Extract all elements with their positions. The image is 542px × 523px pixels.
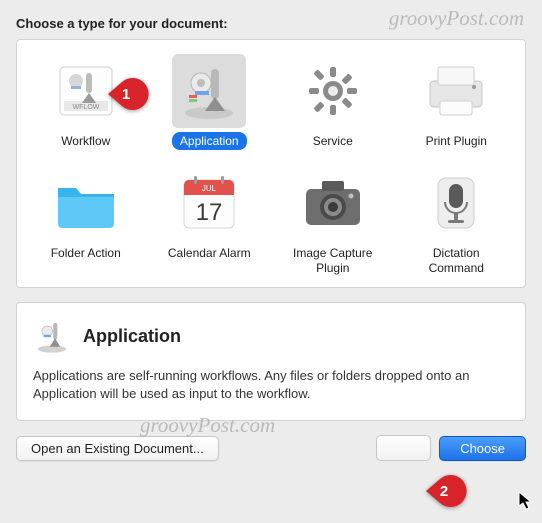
folder-icon <box>49 166 123 240</box>
type-label: Folder Action <box>43 244 129 262</box>
type-print-plugin[interactable]: Print Plugin <box>398 54 516 150</box>
choose-type-heading: Choose a type for your document: <box>16 16 526 31</box>
info-description: Applications are self-running workflows.… <box>33 367 509 402</box>
application-icon <box>33 317 71 355</box>
application-icon <box>172 54 246 128</box>
choose-button[interactable]: Choose <box>439 436 526 461</box>
cursor-icon <box>518 491 534 511</box>
callout-2: 2 <box>426 473 462 509</box>
type-label: Application <box>172 132 247 150</box>
open-existing-button[interactable]: Open an Existing Document... <box>16 436 219 461</box>
type-application[interactable]: Application <box>151 54 269 150</box>
type-description-box: Application Applications are self-runnin… <box>16 302 526 421</box>
svg-text:17: 17 <box>196 199 223 226</box>
type-dictation-command[interactable]: Dictation Command <box>398 166 516 277</box>
type-label: Dictation Command <box>421 244 492 277</box>
type-label: Workflow <box>53 132 118 150</box>
type-folder-action[interactable]: Folder Action <box>27 166 145 277</box>
close-button[interactable] <box>376 435 431 461</box>
type-label: Service <box>305 132 361 150</box>
type-label: Calendar Alarm <box>160 244 259 262</box>
camera-icon <box>296 166 370 240</box>
type-label: Print Plugin <box>418 132 495 150</box>
type-image-capture-plugin[interactable]: Image Capture Plugin <box>274 166 392 277</box>
workflow-icon: WFLOW <box>49 54 123 128</box>
printer-icon <box>419 54 493 128</box>
svg-text:JUL: JUL <box>202 184 217 193</box>
microphone-icon <box>419 166 493 240</box>
calendar-icon: JUL 17 <box>172 166 246 240</box>
service-icon <box>296 54 370 128</box>
type-workflow[interactable]: WFLOW Workflow <box>27 54 145 150</box>
document-type-grid: WFLOW Workflow <box>16 39 526 288</box>
info-title: Application <box>83 326 181 347</box>
type-calendar-alarm[interactable]: JUL 17 Calendar Alarm <box>151 166 269 277</box>
type-service[interactable]: Service <box>274 54 392 150</box>
footer: Open an Existing Document... Choose <box>16 435 526 461</box>
svg-text:WFLOW: WFLOW <box>72 104 99 111</box>
type-label: Image Capture Plugin <box>285 244 380 277</box>
